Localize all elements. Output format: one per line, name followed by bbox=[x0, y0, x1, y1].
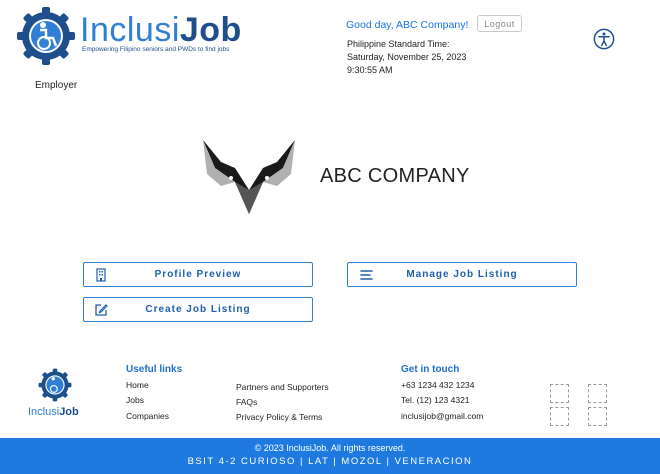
create-job-listing-button[interactable]: Create Job Listing bbox=[83, 297, 313, 322]
social-icon-placeholder[interactable] bbox=[550, 407, 569, 426]
social-icon-placeholder[interactable] bbox=[550, 384, 569, 403]
accessibility-icon[interactable] bbox=[593, 28, 615, 50]
profile-preview-label: Profile Preview bbox=[154, 269, 242, 280]
footer-link-faqs[interactable]: FAQs bbox=[236, 397, 257, 407]
contact-email[interactable]: inclusijob@gmail.com bbox=[401, 411, 483, 421]
gear-logo-icon bbox=[38, 368, 72, 402]
footer-bar: © 2023 InclusiJob. All rights reserved. … bbox=[0, 438, 660, 474]
contact-heading: Get in touch bbox=[401, 364, 460, 375]
gear-logo-icon bbox=[17, 7, 75, 65]
company-logo bbox=[203, 140, 295, 214]
contact-tel: Tel. (12) 123 4321 bbox=[401, 395, 470, 405]
time-label: Philippine Standard Time: bbox=[347, 39, 450, 49]
list-icon bbox=[360, 270, 373, 280]
useful-links-heading: Useful links bbox=[126, 364, 183, 375]
brand-name: InclusiJob bbox=[80, 11, 242, 49]
user-role-label: Employer bbox=[35, 80, 78, 91]
clock-text: 9:30:55 AM bbox=[347, 65, 393, 75]
footer-link-partners[interactable]: Partners and Supporters bbox=[236, 382, 329, 392]
brand-tagline: Empowering Filipino seniors and PWDs to … bbox=[82, 46, 230, 53]
social-icon-placeholder[interactable] bbox=[588, 384, 607, 403]
footer-link-jobs[interactable]: Jobs bbox=[126, 395, 144, 405]
time-block: Philippine Standard Time: Saturday, Nove… bbox=[347, 38, 466, 77]
footer-logo[interactable]: InclusiJob bbox=[28, 368, 88, 418]
greeting-text: Good day, ABC Company! bbox=[346, 19, 469, 31]
social-icon-placeholder[interactable] bbox=[588, 407, 607, 426]
brand-logo[interactable]: InclusiJob Empowering Filipino seniors a… bbox=[16, 6, 246, 68]
profile-preview-button[interactable]: Profile Preview bbox=[83, 262, 313, 287]
building-icon bbox=[96, 268, 106, 282]
copyright-text: © 2023 InclusiJob. All rights reserved. bbox=[254, 443, 406, 453]
manage-job-listing-label: Manage Job Listing bbox=[406, 269, 518, 280]
footer-link-companies[interactable]: Companies bbox=[126, 411, 169, 421]
credits-text: BSIT 4-2 CURIOSO | LAT | MOZOL | VENERAC… bbox=[187, 456, 473, 467]
edit-icon bbox=[95, 304, 108, 316]
date-text: Saturday, November 25, 2023 bbox=[347, 52, 467, 62]
contact-mobile: +63 1234 432 1234 bbox=[401, 380, 475, 390]
manage-job-listing-button[interactable]: Manage Job Listing bbox=[347, 262, 577, 287]
company-name: ABC COMPANY bbox=[320, 165, 470, 187]
logout-button[interactable]: Logout bbox=[477, 15, 522, 32]
create-job-listing-label: Create Job Listing bbox=[145, 304, 251, 315]
footer-brand-name: InclusiJob bbox=[28, 406, 79, 418]
footer-link-home[interactable]: Home bbox=[126, 380, 149, 390]
footer-link-privacy[interactable]: Privacy Policy & Terms bbox=[236, 412, 322, 422]
